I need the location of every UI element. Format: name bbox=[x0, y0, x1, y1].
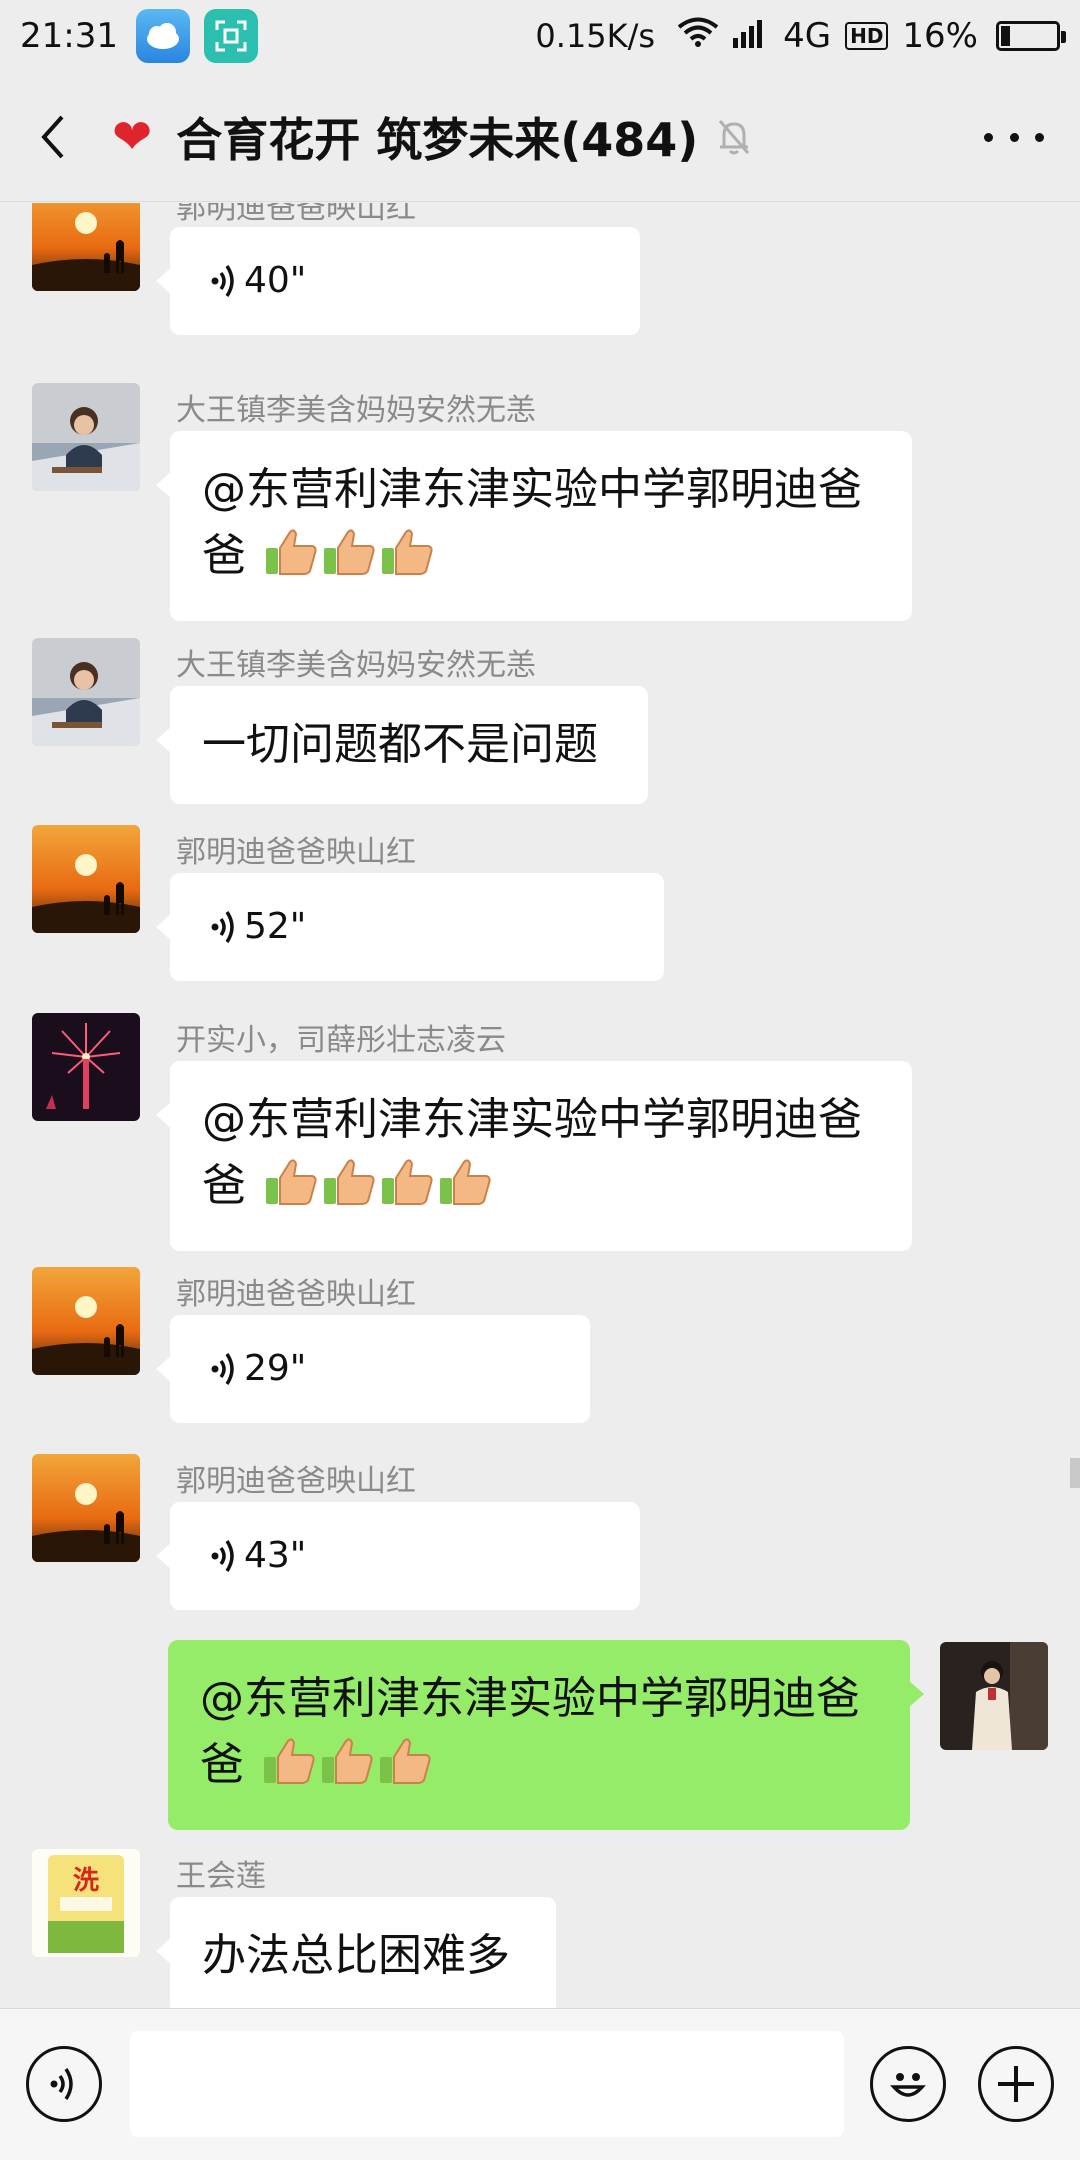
net-speed: 0.15K/s bbox=[535, 17, 656, 55]
network-type: 4G bbox=[783, 16, 832, 56]
voice-wave-icon bbox=[211, 1353, 234, 1385]
message-list[interactable]: 郭明迪爸爸映山红 40" 大王镇李美含妈妈安然无恙 @东营利津东津实验中学郭明迪… bbox=[0, 203, 1080, 2008]
avatar-self[interactable] bbox=[940, 1642, 1048, 1750]
voice-wave-icon bbox=[211, 265, 234, 297]
message-text: @东营利津东津实验中学郭明迪爸 bbox=[200, 1673, 860, 1724]
avatar-sunset[interactable] bbox=[32, 825, 140, 933]
bell-off-icon bbox=[716, 117, 752, 157]
thumbs-up-emoji bbox=[320, 1737, 374, 1804]
voice-wave-icon bbox=[211, 911, 234, 943]
status-time: 21:31 bbox=[20, 16, 118, 56]
voice-duration: 40" bbox=[244, 260, 307, 301]
plus-icon bbox=[998, 2066, 1034, 2102]
avatar-product-package[interactable]: 洗 bbox=[32, 1849, 140, 1957]
sender-name: 大王镇李美含妈妈安然无恙 bbox=[176, 648, 536, 683]
emoji-button[interactable] bbox=[870, 2046, 946, 2122]
sender-name: 郭明迪爸爸映山红 bbox=[176, 1277, 416, 1312]
avatar-sunset[interactable] bbox=[32, 1454, 140, 1562]
thumbs-up-emoji bbox=[264, 528, 318, 595]
thumbs-up-emoji bbox=[262, 1737, 316, 1804]
back-button[interactable] bbox=[8, 72, 98, 202]
sender-name: 王会莲 bbox=[176, 1859, 266, 1894]
voice-duration: 29" bbox=[244, 1348, 307, 1389]
battery-percent: 16% bbox=[902, 16, 978, 56]
hd-badge: HD bbox=[845, 22, 889, 50]
avatar-child-photo[interactable] bbox=[32, 383, 140, 491]
emoji-icon bbox=[890, 2073, 926, 2097]
voice-message[interactable]: 29" bbox=[156, 1315, 590, 1423]
thumbs-up-emoji bbox=[322, 1158, 376, 1225]
voice-input-button[interactable] bbox=[26, 2046, 102, 2122]
message-text: @东营利津东津实验中学郭明迪爸 bbox=[202, 1094, 862, 1145]
message-text: 爸 bbox=[200, 1739, 244, 1790]
text-message[interactable]: 一切问题都不是问题 bbox=[156, 686, 648, 804]
text-message-outgoing[interactable]: @东营利津东津实验中学郭明迪爸 爸 bbox=[168, 1640, 924, 1830]
battery-icon bbox=[996, 21, 1066, 51]
signal-icon bbox=[733, 16, 769, 57]
message-text: 爸 bbox=[202, 530, 246, 581]
voice-message[interactable]: 40" bbox=[156, 227, 640, 335]
thumbs-up-emoji bbox=[438, 1158, 492, 1225]
sender-name: 郭明迪爸爸映山红 bbox=[176, 1464, 416, 1499]
text-message[interactable]: @东营利津东津实验中学郭明迪爸 爸 bbox=[156, 431, 912, 621]
avatar-fireworks[interactable] bbox=[32, 1013, 140, 1121]
voice-duration: 52" bbox=[244, 906, 307, 947]
plus-button[interactable] bbox=[978, 2046, 1054, 2122]
voice-duration: 43" bbox=[244, 1535, 307, 1576]
chat-title: 合育花开 筑梦未来(484) bbox=[176, 112, 699, 167]
sender-name: 大王镇李美含妈妈安然无恙 bbox=[176, 393, 536, 428]
message-input[interactable] bbox=[130, 2031, 844, 2137]
avatar-sunset[interactable] bbox=[32, 203, 140, 291]
text-message[interactable]: 办法总比困难多 bbox=[156, 1897, 556, 2008]
message-text: @东营利津东津实验中学郭明迪爸 bbox=[202, 464, 862, 515]
message-text: 一切问题都不是问题 bbox=[202, 719, 598, 770]
voice-message[interactable]: 43" bbox=[156, 1502, 640, 1610]
wifi-icon bbox=[677, 16, 719, 57]
sender-name: 开实小，司薛彤壮志凌云 bbox=[176, 1023, 506, 1058]
back-arrow-icon bbox=[41, 115, 64, 158]
heart-icon: ❤ bbox=[112, 108, 153, 165]
more-button[interactable] bbox=[984, 112, 1044, 162]
chat-header: ❤ 合育花开 筑梦未来(484) bbox=[0, 72, 1080, 202]
input-bar bbox=[0, 2008, 1080, 2160]
voice-icon bbox=[50, 2068, 73, 2100]
side-drawer-handle[interactable] bbox=[1070, 1458, 1080, 1488]
thumbs-up-emoji bbox=[380, 528, 434, 595]
sender-name: 郭明迪爸爸映山红 bbox=[176, 835, 416, 870]
scan-app-icon bbox=[203, 9, 258, 63]
avatar-sunset[interactable] bbox=[32, 1267, 140, 1375]
thumbs-up-emoji bbox=[380, 1158, 434, 1225]
weather-app-icon bbox=[135, 9, 190, 63]
thumbs-up-emoji bbox=[264, 1158, 318, 1225]
message-text: 办法总比困难多 bbox=[202, 1930, 510, 1981]
battery-fill bbox=[1001, 26, 1010, 46]
avatar-child-photo[interactable] bbox=[32, 638, 140, 746]
svg-text:洗: 洗 bbox=[73, 1866, 99, 1896]
thumbs-up-emoji bbox=[322, 528, 376, 595]
voice-message[interactable]: 52" bbox=[156, 873, 664, 981]
sender-name: 郭明迪爸爸映山红 bbox=[176, 203, 416, 226]
voice-wave-icon bbox=[211, 1540, 234, 1572]
message-text: 爸 bbox=[202, 1160, 246, 1211]
thumbs-up-emoji bbox=[378, 1737, 432, 1804]
status-bar: 21:31 0.15K/s 4G HD 16% bbox=[0, 0, 1080, 72]
text-message[interactable]: @东营利津东津实验中学郭明迪爸 爸 bbox=[156, 1061, 912, 1251]
